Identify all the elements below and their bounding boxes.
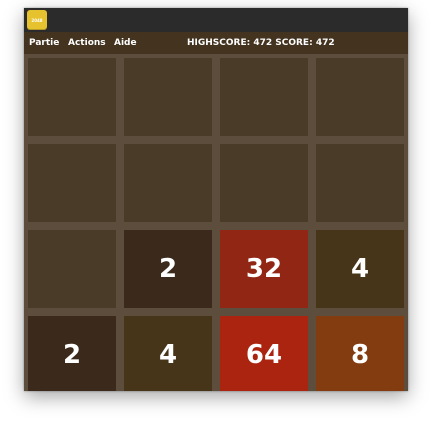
title-bar[interactable]: 2048 bbox=[24, 8, 408, 32]
tile-r1-c3 bbox=[316, 144, 404, 222]
menu-bar: Partie Actions Aide HIGHSCORE: 472 SCORE… bbox=[24, 32, 408, 54]
tile-r0-c2 bbox=[220, 58, 308, 136]
game-window: 2048 Partie Actions Aide HIGHSCORE: 472 … bbox=[24, 8, 408, 391]
tile-r0-c3 bbox=[316, 58, 404, 136]
tile-r3-c0: 2 bbox=[28, 316, 116, 391]
tile-r3-c2: 64 bbox=[220, 316, 308, 391]
tile-r3-c1: 4 bbox=[124, 316, 212, 391]
tile-r0-c0 bbox=[28, 58, 116, 136]
menu-partie[interactable]: Partie bbox=[29, 38, 59, 48]
menu-aide[interactable]: Aide bbox=[114, 38, 137, 48]
tile-r2-c1: 2 bbox=[124, 230, 212, 308]
tile-r2-c0 bbox=[28, 230, 116, 308]
tile-r1-c0 bbox=[28, 144, 116, 222]
tile-r1-c2 bbox=[220, 144, 308, 222]
tile-r3-c3: 8 bbox=[316, 316, 404, 391]
app-icon: 2048 bbox=[27, 10, 47, 30]
menu-actions[interactable]: Actions bbox=[68, 38, 106, 48]
tile-r0-c1 bbox=[124, 58, 212, 136]
tile-r1-c1 bbox=[124, 144, 212, 222]
tile-r2-c3: 4 bbox=[316, 230, 404, 308]
game-board: 2 32 4 2 4 64 8 bbox=[24, 54, 408, 391]
tile-r2-c2: 32 bbox=[220, 230, 308, 308]
score-display: HIGHSCORE: 472 SCORE: 472 bbox=[187, 38, 335, 48]
